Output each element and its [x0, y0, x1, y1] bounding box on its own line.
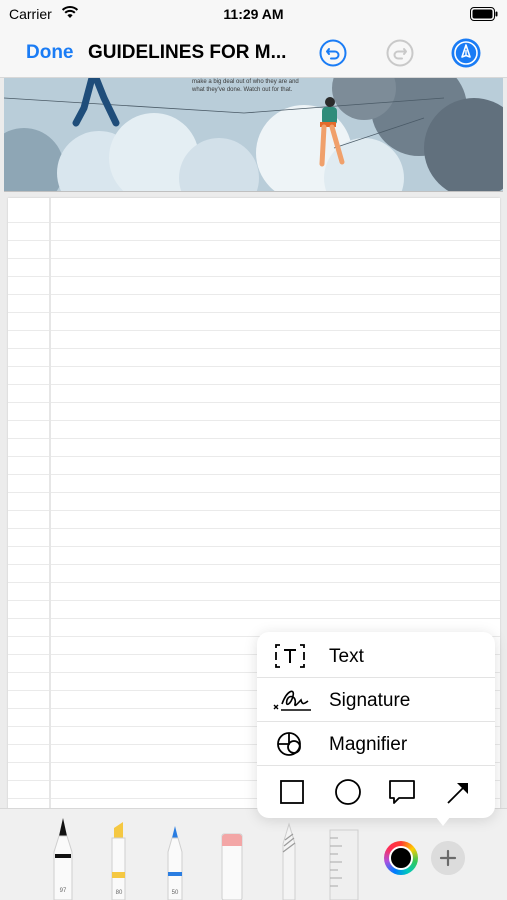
lasso-tool-icon[interactable]: [276, 816, 302, 900]
signature-icon: [273, 690, 311, 711]
markup-pen-icon[interactable]: [451, 38, 481, 68]
redo-icon[interactable]: [385, 38, 415, 68]
text-box-icon: [275, 644, 305, 668]
menu-item-label: Magnifier: [329, 734, 408, 755]
popup-pointer: [432, 812, 454, 826]
battery-icon: [470, 7, 498, 21]
add-plus-icon[interactable]: [431, 841, 465, 875]
markup-add-menu: Text Signature Magnifier: [257, 632, 495, 818]
pencil-tool-icon[interactable]: 50: [162, 816, 188, 900]
pen-tool-icon[interactable]: 97: [50, 816, 76, 900]
arrow-icon[interactable]: [443, 777, 473, 807]
pen-width-label: 97: [60, 888, 67, 894]
selected-color-swatch: [389, 846, 413, 870]
done-button[interactable]: Done: [26, 42, 74, 64]
eraser-tool-icon[interactable]: [218, 816, 246, 900]
highlighter-width-label: 80: [116, 890, 123, 896]
color-picker-button[interactable]: [384, 841, 418, 875]
pencil-width-label: 50: [172, 890, 179, 896]
circle-shape-icon[interactable]: [333, 777, 363, 807]
speech-bubble-icon[interactable]: [387, 777, 417, 807]
menu-item-label: Text: [329, 646, 364, 667]
undo-icon[interactable]: [318, 38, 348, 68]
menu-item-magnifier[interactable]: Magnifier: [257, 722, 495, 766]
status-bar: Carrier 11:29 AM: [0, 0, 507, 30]
square-shape-icon[interactable]: [277, 777, 307, 807]
document-title: GUIDELINES FOR M...: [88, 42, 287, 63]
menu-item-label: Signature: [329, 690, 411, 711]
banner-text: make a big deal out of who they are and …: [192, 79, 299, 93]
magnifier-icon: [277, 732, 301, 756]
highlighter-tool-icon[interactable]: 80: [106, 816, 132, 900]
margin-line: [49, 198, 51, 838]
navigation-bar: Done GUIDELINES FOR M...: [0, 30, 507, 78]
ruler-tool-icon[interactable]: [326, 816, 362, 900]
document-illustration: make a big deal out of who they are and …: [4, 78, 503, 192]
status-time: 11:29 AM: [223, 6, 284, 22]
menu-item-signature[interactable]: Signature: [257, 678, 495, 722]
menu-item-text[interactable]: Text: [257, 634, 495, 678]
markup-toolbar: 97 80 50: [0, 808, 507, 900]
clouds-illustration: [4, 78, 503, 191]
shape-tools-row: [257, 766, 495, 816]
